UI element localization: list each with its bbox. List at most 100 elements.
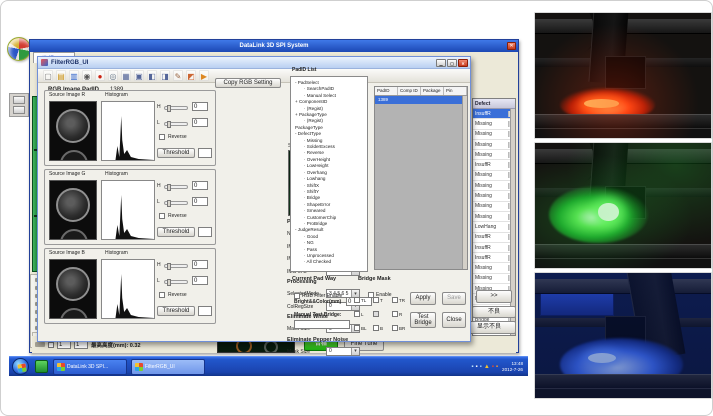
l-slider-thumb[interactable] — [167, 121, 171, 128]
threshold-value-field[interactable] — [198, 227, 212, 237]
bridge-mask-checkbox[interactable] — [373, 297, 379, 303]
h-slider[interactable] — [164, 185, 188, 189]
l-value-field[interactable]: 0 — [192, 118, 208, 127]
table-row[interactable]: Missing — [473, 130, 515, 140]
h-slider[interactable] — [164, 264, 188, 268]
table-row[interactable]: InsuffR — [473, 160, 515, 170]
palette-icon[interactable]: ◩ — [186, 70, 196, 81]
taskbar-button-filterrgb[interactable]: FilterRGB_UI — [131, 359, 205, 375]
layout-left-icon[interactable]: ◧ — [147, 70, 157, 81]
chevron-down-icon[interactable]: ▾ — [351, 348, 359, 355]
bridge-mask-checkbox[interactable] — [354, 325, 360, 331]
h-slider-thumb[interactable] — [167, 105, 171, 112]
bridge-mask-checkbox[interactable] — [392, 325, 398, 331]
h-value-field[interactable]: 0 — [192, 181, 208, 190]
bridge-mask-checkbox[interactable] — [392, 297, 398, 303]
ng-button[interactable]: 不良 — [472, 306, 516, 318]
zoom-icon[interactable]: ◎ — [108, 70, 118, 81]
threshold-button[interactable]: Threshold — [157, 148, 195, 158]
save-button[interactable]: Save — [442, 292, 466, 305]
antivirus-icon[interactable]: ▪ — [492, 363, 494, 371]
l-slider-thumb[interactable] — [167, 200, 171, 207]
bridge-mask-checkbox[interactable] — [392, 311, 398, 317]
padid-list-scrollbar[interactable] — [462, 96, 467, 269]
mini-tool-button[interactable] — [13, 106, 25, 114]
bridge-mask-cell-BR[interactable]: BR — [392, 325, 405, 331]
bridge-mask-checkbox[interactable] — [373, 325, 379, 331]
padid-list-selected-row[interactable]: 1389 — [375, 96, 467, 104]
update-icon[interactable]: ▪ — [496, 363, 498, 371]
network-status-icon[interactable]: ▪ — [471, 363, 473, 371]
grid-icon[interactable]: ▦ — [121, 70, 131, 81]
bridge-mask-cell-L[interactable]: L — [354, 311, 364, 317]
record-icon[interactable]: ● — [95, 70, 105, 81]
table-row[interactable]: InsuffR — [473, 243, 515, 253]
table-row[interactable]: Missing — [473, 202, 515, 212]
bridge-mask-cell-TR[interactable]: TR — [392, 297, 405, 303]
bridge-mask-cell-B[interactable]: B — [373, 325, 383, 331]
reverse-checkbox[interactable] — [159, 134, 165, 140]
main-window-titlebar[interactable]: DataLink 3D SPI System — [30, 40, 518, 52]
copy-rgb-setting-button[interactable]: Copy RGB Setting — [215, 78, 281, 88]
chevron-down-icon[interactable]: ▾ — [351, 290, 359, 297]
table-row[interactable]: Missing — [473, 181, 515, 191]
main-window-close-icon[interactable]: ✕ — [507, 42, 516, 50]
table-row[interactable]: InsuffR — [473, 233, 515, 243]
column-header[interactable]: Comp ID — [398, 87, 421, 95]
table-row[interactable]: Missing — [473, 263, 515, 273]
h-value-field[interactable]: 0 — [192, 102, 208, 111]
reverse-checkbox[interactable] — [159, 292, 165, 298]
threshold-value-field[interactable] — [198, 306, 212, 316]
open-folder-icon[interactable]: ▤ — [56, 70, 66, 81]
table-row[interactable]: Missing — [473, 274, 515, 284]
table-row[interactable]: Missing — [473, 140, 515, 150]
threshold-button[interactable]: Threshold — [157, 227, 195, 237]
bridge-mask-cell-BL[interactable]: BL — [354, 325, 367, 331]
apply-button[interactable]: Apply — [410, 292, 436, 305]
dialog-maximize-icon[interactable]: ▢ — [447, 59, 457, 67]
padid-list-table[interactable]: PadIDComp IDPackagePin 1389 — [374, 86, 468, 270]
save-icon[interactable]: ▥ — [69, 70, 79, 81]
l-value-field[interactable]: 0 — [192, 197, 208, 206]
dialog-minimize-icon[interactable]: ▁ — [436, 59, 446, 67]
h-value-field[interactable]: 0 — [192, 260, 208, 269]
l-slider-thumb[interactable] — [167, 279, 171, 286]
bridge-mask-cell-T[interactable]: T — [373, 297, 383, 303]
h-slider-thumb[interactable] — [167, 184, 171, 191]
tree-item[interactable]: · All Checked — [291, 259, 367, 265]
status-checkbox[interactable] — [48, 342, 54, 348]
padid-tree[interactable]: - PadSelect· SearchPadID· Manual Select+… — [290, 76, 368, 272]
dialog-titlebar[interactable]: FilterRGB_UI ▁ ▢ ✕ — [38, 57, 470, 69]
bridge-mask-checkbox[interactable] — [354, 311, 360, 317]
l-slider[interactable] — [164, 201, 188, 205]
more-button[interactable]: >> — [476, 290, 512, 303]
layout-right-icon[interactable]: ◨ — [160, 70, 170, 81]
table-row[interactable]: Missing — [473, 150, 515, 160]
h-slider-thumb[interactable] — [167, 263, 171, 270]
taskbar-button-datalink[interactable]: DataLink 3D SPI... — [53, 359, 127, 375]
table-row[interactable]: Missing — [473, 191, 515, 201]
manual-test-bridge-field[interactable] — [294, 320, 350, 329]
param-dropdown[interactable]: 0▾ — [326, 347, 360, 356]
table-row[interactable]: Missing — [473, 171, 515, 181]
l-slider[interactable] — [164, 280, 188, 284]
table-row[interactable]: Missing — [473, 212, 515, 222]
bridge-mask-cell-R[interactable]: R — [392, 311, 402, 317]
column-header[interactable]: Pin — [444, 87, 467, 95]
volume-icon[interactable]: ▪ — [476, 363, 478, 371]
rgb-filter-checkbox[interactable] — [294, 293, 300, 299]
table-row[interactable]: LowHang — [473, 222, 515, 232]
bridge-mask-cell-TL[interactable]: TL — [354, 297, 366, 303]
table-row[interactable]: InsuffR — [473, 253, 515, 263]
table-row[interactable]: Missing — [473, 119, 515, 129]
threshold-button[interactable]: Threshold — [157, 306, 195, 316]
mini-tool-button[interactable] — [13, 96, 25, 104]
close-button[interactable]: Close — [442, 312, 466, 328]
h-slider[interactable] — [164, 106, 188, 110]
start-button[interactable] — [12, 358, 29, 375]
ime-icon[interactable]: ▪ — [480, 363, 482, 371]
table-icon[interactable]: ▣ — [134, 70, 144, 81]
warning-icon[interactable]: ▲ — [484, 363, 490, 371]
l-value-field[interactable]: 0 — [192, 276, 208, 285]
dialog-close-icon[interactable]: ✕ — [458, 59, 468, 67]
